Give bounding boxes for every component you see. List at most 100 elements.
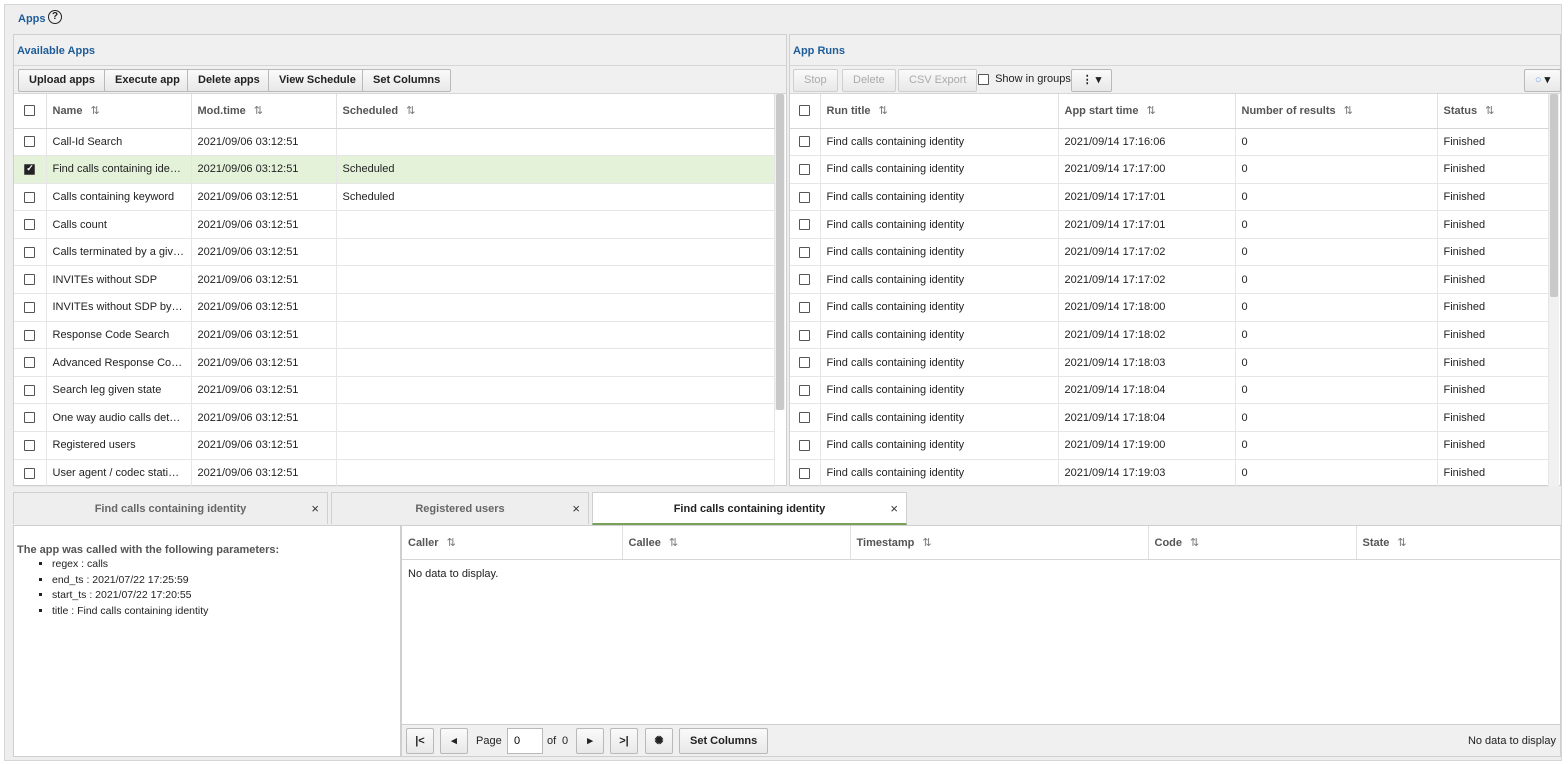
column-header-callee[interactable]: Callee ⇅ xyxy=(622,526,851,560)
delete-run-button[interactable]: Delete xyxy=(842,69,896,92)
help-icon[interactable]: ? xyxy=(48,10,62,24)
row-checkbox[interactable] xyxy=(799,219,811,231)
row-checkbox[interactable] xyxy=(799,467,811,479)
select-all-checkbox[interactable] xyxy=(24,105,36,117)
column-header-state[interactable]: State ⇅ xyxy=(1356,526,1561,560)
tab-registered-users[interactable]: Registered users × xyxy=(331,492,589,524)
row-checkbox[interactable] xyxy=(24,329,36,341)
sort-icon[interactable]: ⇅ xyxy=(254,105,263,117)
table-row[interactable]: One way audio calls detection 2021/09/06 … xyxy=(14,403,775,433)
row-checkbox[interactable] xyxy=(799,136,811,148)
last-page-icon[interactable]: >| xyxy=(610,728,638,754)
row-checkbox[interactable] xyxy=(799,384,811,396)
sort-icon[interactable]: ⇅ xyxy=(1190,537,1199,549)
column-header-status[interactable]: Status ⇅ xyxy=(1437,94,1549,129)
sort-icon[interactable]: ⇅ xyxy=(447,537,456,549)
tab-find-calls-2[interactable]: Find calls containing identity × xyxy=(592,492,907,525)
table-row[interactable]: Search leg given state 2021/09/06 03:12:5… xyxy=(14,376,775,405)
sort-icon[interactable]: ⇅ xyxy=(1397,537,1406,549)
table-row[interactable]: Response Code Search 2021/09/06 03:12:51 xyxy=(14,321,775,350)
scrollbar-thumb[interactable] xyxy=(1550,94,1558,297)
table-row[interactable]: Find calls containing identity 2021/09/14… xyxy=(790,128,1549,157)
sort-icon[interactable]: ⇅ xyxy=(1146,105,1155,117)
table-row[interactable]: Find calls containing identity 2021/09/14… xyxy=(790,459,1549,488)
close-icon[interactable]: × xyxy=(311,493,319,525)
set-columns-button[interactable]: Set Columns xyxy=(679,728,769,754)
row-checkbox[interactable] xyxy=(24,191,36,203)
column-header-caller[interactable]: Caller ⇅ xyxy=(402,526,623,560)
table-row[interactable]: Find calls containing identity 2021/09/14… xyxy=(790,376,1549,405)
table-row[interactable]: Find calls containing identity 2021/09/14… xyxy=(790,431,1549,460)
row-checkbox[interactable] xyxy=(24,439,36,451)
prev-page-icon[interactable]: ◂ xyxy=(440,728,468,754)
stop-button[interactable]: Stop xyxy=(793,69,838,92)
row-checkbox[interactable] xyxy=(24,301,36,313)
row-checkbox[interactable] xyxy=(799,163,811,175)
sort-icon[interactable]: ⇅ xyxy=(90,105,99,117)
column-header-timestamp[interactable]: Timestamp ⇅ xyxy=(850,526,1149,560)
table-row[interactable]: Find calls containing identity 2021/09/14… xyxy=(790,403,1549,433)
sort-icon[interactable]: ⇅ xyxy=(669,537,678,549)
row-checkbox[interactable] xyxy=(799,274,811,286)
row-checkbox[interactable] xyxy=(24,163,36,175)
table-row[interactable]: INVITEs without SDP 2021/09/06 03:12:51 xyxy=(14,265,775,295)
table-row[interactable]: Find calls containing identity 2021/09/14… xyxy=(790,183,1549,212)
execute-app-button[interactable]: Execute app xyxy=(104,69,191,92)
table-row[interactable]: Registered users 2021/09/06 03:12:51 xyxy=(14,431,775,460)
row-checkbox[interactable] xyxy=(24,467,36,479)
column-header-modtime[interactable]: Mod.time ⇅ xyxy=(191,94,337,129)
table-row[interactable]: Advanced Response Code Search2021/09/06 … xyxy=(14,348,775,377)
column-header-name[interactable]: Name ⇅ xyxy=(46,94,192,129)
select-all-runs-checkbox[interactable] xyxy=(799,105,811,117)
delete-apps-button[interactable]: Delete apps xyxy=(187,69,271,92)
row-checkbox[interactable] xyxy=(799,412,811,424)
show-in-groups-toggle[interactable]: Show in groups xyxy=(978,73,1071,85)
page-number-input[interactable] xyxy=(507,728,543,754)
sort-icon[interactable]: ⇅ xyxy=(922,537,931,549)
table-row[interactable]: Call-Id Search 2021/09/06 03:12:51 xyxy=(14,128,775,157)
row-checkbox[interactable] xyxy=(799,246,811,258)
show-in-groups-checkbox[interactable] xyxy=(978,73,989,85)
table-row[interactable]: Find calls containing identity 2021/09/14… xyxy=(790,321,1549,350)
kebab-menu-icon[interactable]: ⋮ ▾ xyxy=(1071,69,1112,92)
row-checkbox[interactable] xyxy=(24,219,36,231)
set-columns-button[interactable]: Set Columns xyxy=(362,69,452,92)
circle-dropdown-icon[interactable]: ○ ▾ xyxy=(1524,69,1561,92)
table-row[interactable]: Find calls containing identity2021/09/06… xyxy=(14,155,775,184)
table-row[interactable]: Find calls containing identity 2021/09/14… xyxy=(790,210,1549,239)
table-row[interactable]: User agent / codec statistics 2021/09/06 … xyxy=(14,459,775,488)
table-row[interactable]: Find calls containing identity 2021/09/14… xyxy=(790,348,1549,377)
csv-export-button[interactable]: CSV Export xyxy=(898,69,978,92)
upload-apps-button[interactable]: Upload apps xyxy=(18,69,107,92)
row-checkbox[interactable] xyxy=(799,357,811,369)
next-page-icon[interactable]: ▸ xyxy=(576,728,604,754)
row-checkbox[interactable] xyxy=(24,412,36,424)
table-row[interactable]: Find calls containing identity 2021/09/14… xyxy=(790,238,1549,267)
column-header-run-title[interactable]: Run title ⇅ xyxy=(820,94,1059,129)
runs-scrollbar[interactable] xyxy=(1549,94,1559,486)
tab-find-calls-1[interactable]: Find calls containing identity × xyxy=(13,492,328,524)
row-checkbox[interactable] xyxy=(799,439,811,451)
table-row[interactable]: Find calls containing identity 2021/09/14… xyxy=(790,293,1549,322)
table-row[interactable]: Find calls containing identity 2021/09/14… xyxy=(790,265,1549,295)
row-checkbox[interactable] xyxy=(799,329,811,341)
column-header-start-time[interactable]: App start time ⇅ xyxy=(1058,94,1236,129)
apps-scrollbar[interactable] xyxy=(775,94,785,410)
table-row[interactable]: Calls containing keyword 2021/09/06 03:12… xyxy=(14,183,775,212)
table-row[interactable]: Find calls containing identity 2021/09/14… xyxy=(790,155,1549,184)
sort-icon[interactable]: ⇅ xyxy=(879,105,888,117)
table-row[interactable]: Calls terminated by a given response cod… xyxy=(14,238,775,267)
scrollbar-thumb[interactable] xyxy=(776,94,784,410)
sort-icon[interactable]: ⇅ xyxy=(1344,105,1353,117)
close-icon[interactable]: × xyxy=(890,493,898,525)
row-checkbox[interactable] xyxy=(799,301,811,313)
row-checkbox[interactable] xyxy=(24,136,36,148)
table-row[interactable]: Calls count 2021/09/06 03:12:51 xyxy=(14,210,775,239)
row-checkbox[interactable] xyxy=(24,246,36,258)
table-row[interactable]: INVITEs without SDP by IP 2021/09/06 03:1… xyxy=(14,293,775,322)
column-header-code[interactable]: Code ⇅ xyxy=(1148,526,1357,560)
refresh-icon[interactable]: ✺ xyxy=(645,728,673,754)
row-checkbox[interactable] xyxy=(24,357,36,369)
sort-icon[interactable]: ⇅ xyxy=(1485,105,1494,117)
close-icon[interactable]: × xyxy=(572,493,580,525)
